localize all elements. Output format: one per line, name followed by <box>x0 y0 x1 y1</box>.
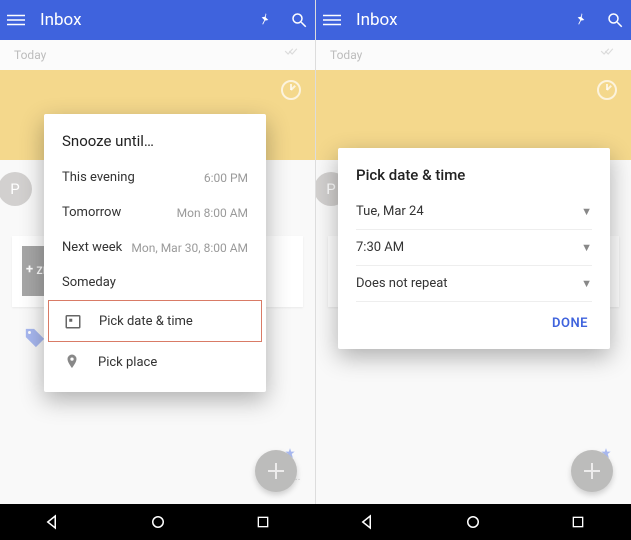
search-icon[interactable] <box>289 10 309 30</box>
snooze-option-next-week[interactable]: Next week Mon, Mar 30, 8:00 AM <box>44 230 266 265</box>
clock-icon <box>281 80 301 100</box>
place-icon <box>62 352 82 372</box>
datetime-time-select[interactable]: 7:30 AM ▼ <box>356 230 592 266</box>
clock-icon <box>597 80 617 100</box>
app-bar: Inbox <box>316 0 631 40</box>
search-icon[interactable] <box>605 10 625 30</box>
nav-back-icon[interactable] <box>358 512 378 532</box>
datetime-repeat-select[interactable]: Does not repeat ▼ <box>356 266 592 302</box>
snooze-option-someday[interactable]: Someday <box>44 265 266 300</box>
nav-recent-icon[interactable] <box>568 512 588 532</box>
avatar[interactable]: P <box>0 172 32 206</box>
compose-fab[interactable] <box>571 450 613 492</box>
chevron-down-icon: ▼ <box>581 241 592 254</box>
datetime-date-select[interactable]: Tue, Mar 24 ▼ <box>356 194 592 230</box>
sweep-icon[interactable] <box>597 47 617 64</box>
appbar-title: Inbox <box>40 10 241 30</box>
snooze-dialog: Snooze until… This evening 6:00 PM Tomor… <box>44 114 266 392</box>
chevron-down-icon: ▼ <box>581 205 592 218</box>
chevron-down-icon: ▼ <box>581 277 592 290</box>
sweep-icon[interactable] <box>281 47 301 64</box>
tag-icon <box>24 327 46 349</box>
nav-recent-icon[interactable] <box>253 512 273 532</box>
done-button[interactable]: DONE <box>548 310 592 337</box>
appbar-title: Inbox <box>356 10 557 30</box>
snooze-pick-date-time[interactable]: Pick date & time <box>48 300 262 342</box>
snooze-pick-place[interactable]: Pick place <box>44 342 266 382</box>
android-navbar <box>0 504 631 540</box>
app-bar: Inbox <box>0 0 315 40</box>
day-label: Today <box>330 48 362 62</box>
pin-icon[interactable] <box>571 10 591 30</box>
screen-snooze-menu: Inbox Today P et tha... ZRH <box>0 0 316 504</box>
day-header: Today <box>316 40 631 70</box>
nav-home-icon[interactable] <box>463 512 483 532</box>
calendar-icon <box>63 311 83 331</box>
day-label: Today <box>14 48 46 62</box>
day-header: Today <box>0 40 315 70</box>
datetime-dialog-title: Pick date & time <box>356 166 592 184</box>
snoozed-banner <box>316 70 631 160</box>
screen-date-time-picker: Inbox Today P ZRH Swi <box>316 0 631 504</box>
snooze-dialog-title: Snooze until… <box>44 132 266 160</box>
snooze-option-tomorrow[interactable]: Tomorrow Mon 8:00 AM <box>44 195 266 230</box>
menu-icon[interactable] <box>322 10 342 30</box>
datetime-dialog: Pick date & time Tue, Mar 24 ▼ 7:30 AM ▼… <box>338 148 610 349</box>
nav-back-icon[interactable] <box>43 512 63 532</box>
compose-fab[interactable] <box>255 450 297 492</box>
nav-home-icon[interactable] <box>148 512 168 532</box>
snooze-option-this-evening[interactable]: This evening 6:00 PM <box>44 160 266 195</box>
menu-icon[interactable] <box>6 10 26 30</box>
pin-icon[interactable] <box>255 10 275 30</box>
